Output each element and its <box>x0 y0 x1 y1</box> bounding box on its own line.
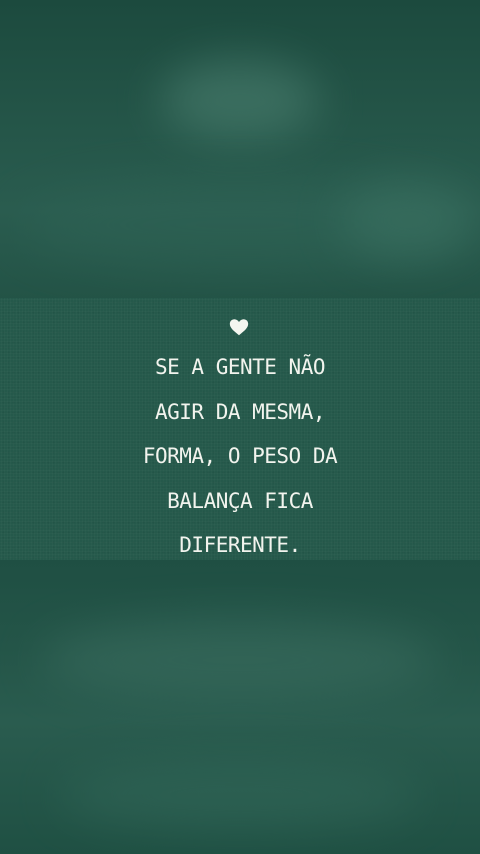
blur-band <box>60 760 420 830</box>
quote-line: BALANÇA FICA <box>167 488 313 513</box>
quote-line: AGIR DA MESMA, <box>154 399 326 424</box>
quote-line: SE A GENTE NÃO <box>154 355 326 379</box>
blur-band <box>40 620 440 700</box>
quote-line: FORMA, O PESO DA <box>142 444 338 468</box>
quote-text: SE A GENTE NÃO AGIR DA MESMA, FORMA, O P… <box>0 345 480 568</box>
heart-icon <box>229 319 249 336</box>
blur-highlight <box>340 180 480 260</box>
blur-highlight <box>160 60 320 140</box>
